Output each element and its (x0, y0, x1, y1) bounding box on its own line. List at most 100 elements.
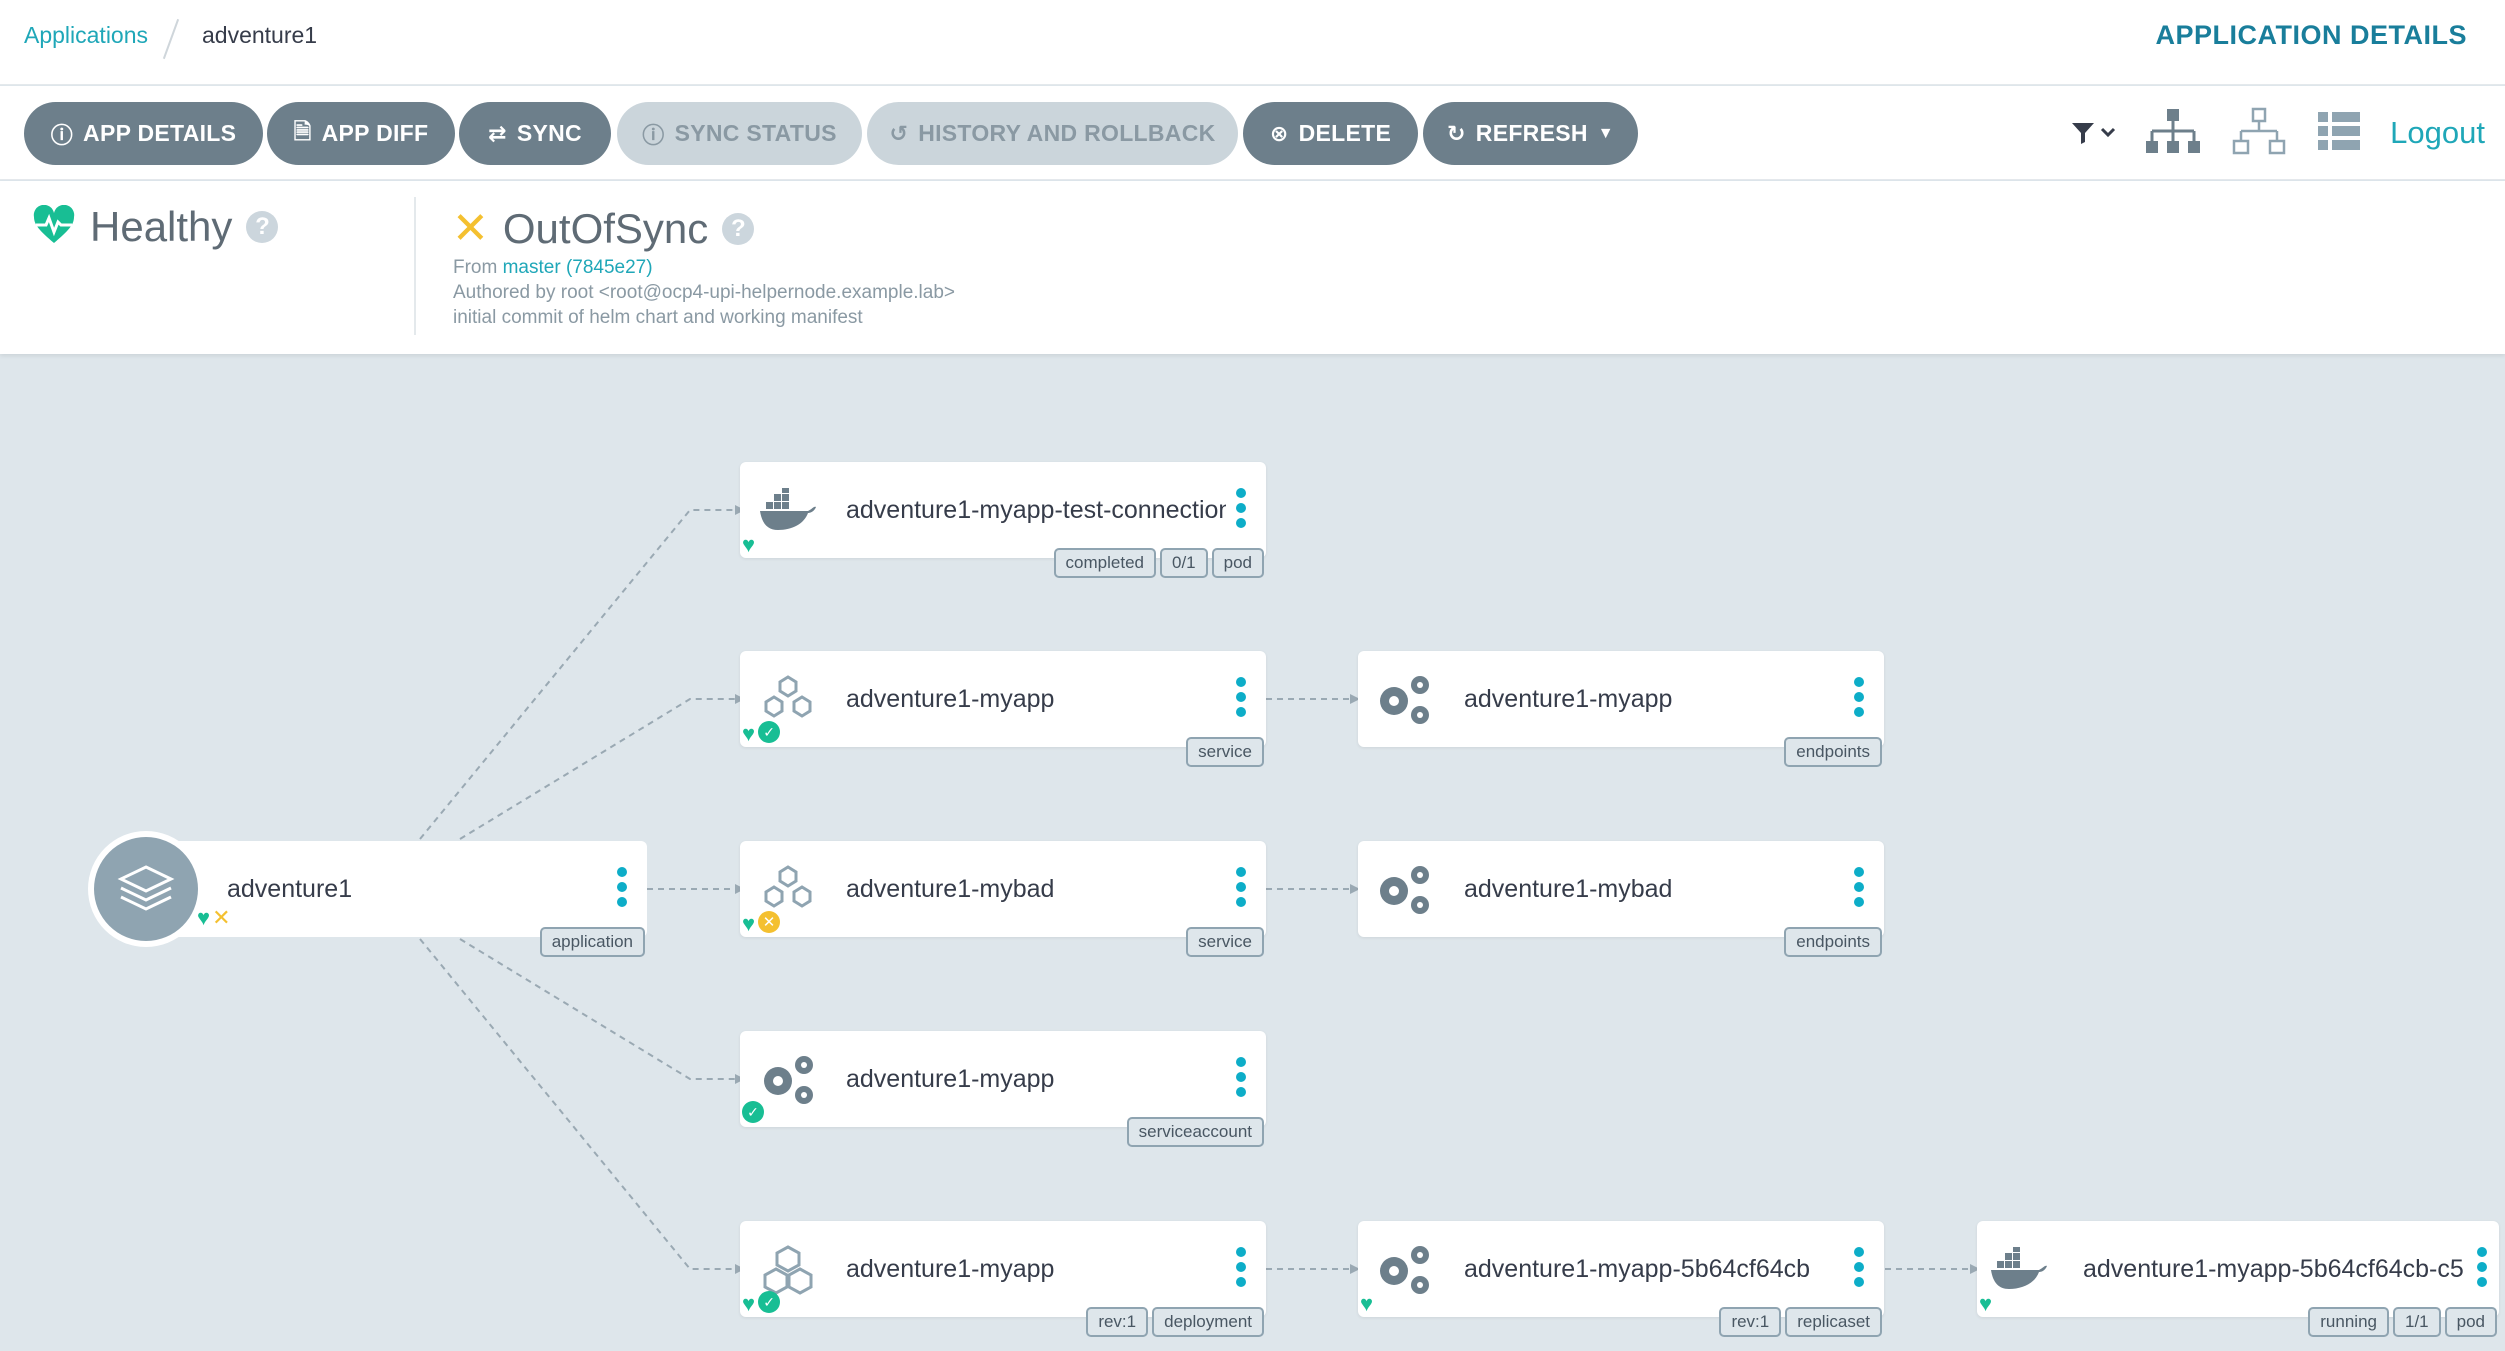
node-menu-icon[interactable] (1854, 867, 1864, 907)
sync-label: SYNC (516, 120, 582, 146)
resource-node-deployment[interactable]: adventure1-myapp ♥ ✓ rev:1 deployment (740, 1221, 1266, 1337)
file-diff-icon: 🗎 (293, 118, 312, 144)
out-of-sync-icon: ✕ (452, 204, 489, 253)
logout-link[interactable]: Logout (2390, 115, 2485, 151)
kind-tag: pod (2444, 1307, 2497, 1337)
healthy-icon: ♥ (742, 911, 756, 936)
sync-status-button[interactable]: ⓘ SYNC STATUS (617, 102, 862, 165)
commit-message: initial commit of helm chart and working… (453, 307, 863, 328)
node-menu-icon[interactable] (1236, 1247, 1246, 1287)
node-status: ♥ ✓ (742, 1291, 781, 1317)
resource-node-serviceaccount[interactable]: adventure1-myapp ✓ serviceaccount (740, 1031, 1266, 1147)
node-status: ✓ (742, 1101, 764, 1123)
node-name: adventure1-myapp (846, 1065, 1055, 1093)
view-toggle-group: Logout (2070, 106, 2485, 160)
node-menu-icon[interactable] (1236, 488, 1246, 528)
sync-meta: From master (7845e27) Authored by root <… (453, 255, 955, 330)
breadcrumb-applications[interactable]: Applications (24, 22, 148, 49)
page-title: APPLICATION DETAILS (2155, 20, 2467, 50)
help-icon[interactable]: ? (722, 212, 755, 245)
heartbeat-icon (32, 204, 76, 250)
synced-icon: ✓ (758, 1291, 781, 1313)
resource-node-pod[interactable]: adventure1-myapp-test-connection ♥ compl… (740, 462, 1266, 578)
sync-button[interactable]: ⇄ SYNC (459, 102, 611, 165)
service-icon (758, 859, 818, 919)
status-divider (414, 197, 416, 335)
node-tags: endpoints (1784, 737, 1882, 767)
breadcrumb-separator (162, 18, 180, 60)
sync-icon: ⇄ (488, 120, 507, 146)
refresh-label: REFRESH (1475, 120, 1588, 146)
resource-node-endpoints[interactable]: adventure1-myapp endpoints (1358, 651, 1884, 767)
node-menu-icon[interactable] (1854, 1247, 1864, 1287)
node-status: ♥ (1979, 1291, 1992, 1317)
node-status: ♥ (742, 532, 755, 558)
kind-tag: service (1186, 737, 1264, 767)
node-tags: rev:1 replicaset (1719, 1307, 1882, 1337)
kind-tag: endpoints (1784, 737, 1882, 767)
node-menu-icon[interactable] (1854, 677, 1864, 717)
history-label: HISTORY AND ROLLBACK (918, 120, 1216, 146)
node-menu-icon[interactable] (1236, 677, 1246, 717)
node-menu-icon[interactable] (1236, 867, 1246, 907)
node-menu-icon[interactable] (2477, 1247, 2487, 1287)
resource-node-service[interactable]: adventure1-mybad ♥ ✕ service (740, 841, 1266, 957)
kind-tag: service (1186, 927, 1264, 957)
cubes-icon (758, 1239, 818, 1299)
node-name: adventure1-myapp-5b64cf64cb-c5... (2083, 1255, 2465, 1283)
delete-label: DELETE (1298, 120, 1392, 146)
status-tag: completed (1053, 548, 1156, 578)
gears-icon (758, 1049, 818, 1109)
history-rollback-button[interactable]: ↺ HISTORY AND ROLLBACK (867, 102, 1238, 165)
kind-tag: deployment (1152, 1307, 1264, 1337)
action-toolbar: ⓘ APP DETAILS 🗎 APP DIFF ⇄ SYNC ⓘ SYNC S… (0, 86, 2505, 180)
node-name: adventure1-mybad (846, 875, 1055, 903)
synced-icon: ✓ (758, 721, 781, 743)
revision-tag: rev:1 (1086, 1307, 1149, 1337)
gears-icon (1374, 859, 1434, 919)
node-name: adventure1-myapp (846, 1255, 1055, 1283)
node-tags: rev:1 deployment (1086, 1307, 1264, 1337)
node-name: adventure1-myapp-5b64cf64cb (1464, 1255, 1811, 1283)
healthy-icon: ♥ (742, 532, 756, 557)
node-status: ♥ ✕ (742, 911, 781, 937)
times-circle-icon: ⊗ (1269, 120, 1289, 146)
node-tags: running 1/1 pod (2308, 1307, 2497, 1337)
help-icon[interactable]: ? (246, 211, 279, 243)
resource-node-endpoints[interactable]: adventure1-mybad endpoints (1358, 841, 1884, 957)
healthy-icon: ♥ (742, 721, 756, 746)
healthy-icon: ♥ (1979, 1291, 1993, 1316)
revision-link[interactable]: master (7845e27) (503, 257, 653, 278)
node-menu-icon[interactable] (1236, 1057, 1246, 1097)
node-name: adventure1 (227, 875, 353, 903)
network-view-icon[interactable] (2230, 107, 2288, 160)
info-icon: ⓘ (50, 122, 74, 148)
list-view-icon[interactable] (2316, 110, 2362, 157)
refresh-button[interactable]: ↻ REFRESH ▼ (1423, 102, 1638, 165)
docker-icon (758, 480, 818, 540)
tree-view-icon[interactable] (2144, 107, 2202, 160)
kind-tag: endpoints (1784, 927, 1882, 957)
ready-tag: 1/1 (2392, 1307, 2441, 1337)
app-diff-button[interactable]: 🗎 APP DIFF (267, 102, 455, 165)
commit-author: Authored by root <root@ocp4-upi-helperno… (453, 282, 955, 303)
app-details-button[interactable]: ⓘ APP DETAILS (24, 102, 263, 165)
node-tags: application (539, 927, 645, 957)
node-menu-icon[interactable] (617, 867, 627, 907)
layers-icon (94, 837, 198, 941)
resource-node-replicaset[interactable]: adventure1-myapp-5b64cf64cb ♥ rev:1 repl… (1358, 1221, 1884, 1337)
top-bar: Applications adventure1 APPLICATION DETA… (0, 0, 2505, 85)
health-label: Healthy (90, 203, 233, 250)
node-name: adventure1-mybad (1464, 875, 1673, 903)
resource-node-pod[interactable]: adventure1-myapp-5b64cf64cb-c5... ♥ runn… (1977, 1221, 2499, 1337)
refresh-icon: ↻ (1447, 120, 1466, 146)
delete-button[interactable]: ⊗ DELETE (1243, 102, 1418, 165)
service-icon (758, 669, 818, 729)
node-status: ♥ (1360, 1291, 1373, 1317)
filter-icon[interactable] (2070, 120, 2116, 146)
resource-node-service[interactable]: adventure1-myapp ♥ ✓ service (740, 651, 1266, 767)
from-label: From (453, 257, 498, 278)
kind-tag: replicaset (1785, 1307, 1882, 1337)
sync-label: OutOfSync (502, 204, 709, 252)
application-node[interactable]: adventure1 ♥ ✕ application (145, 841, 647, 957)
